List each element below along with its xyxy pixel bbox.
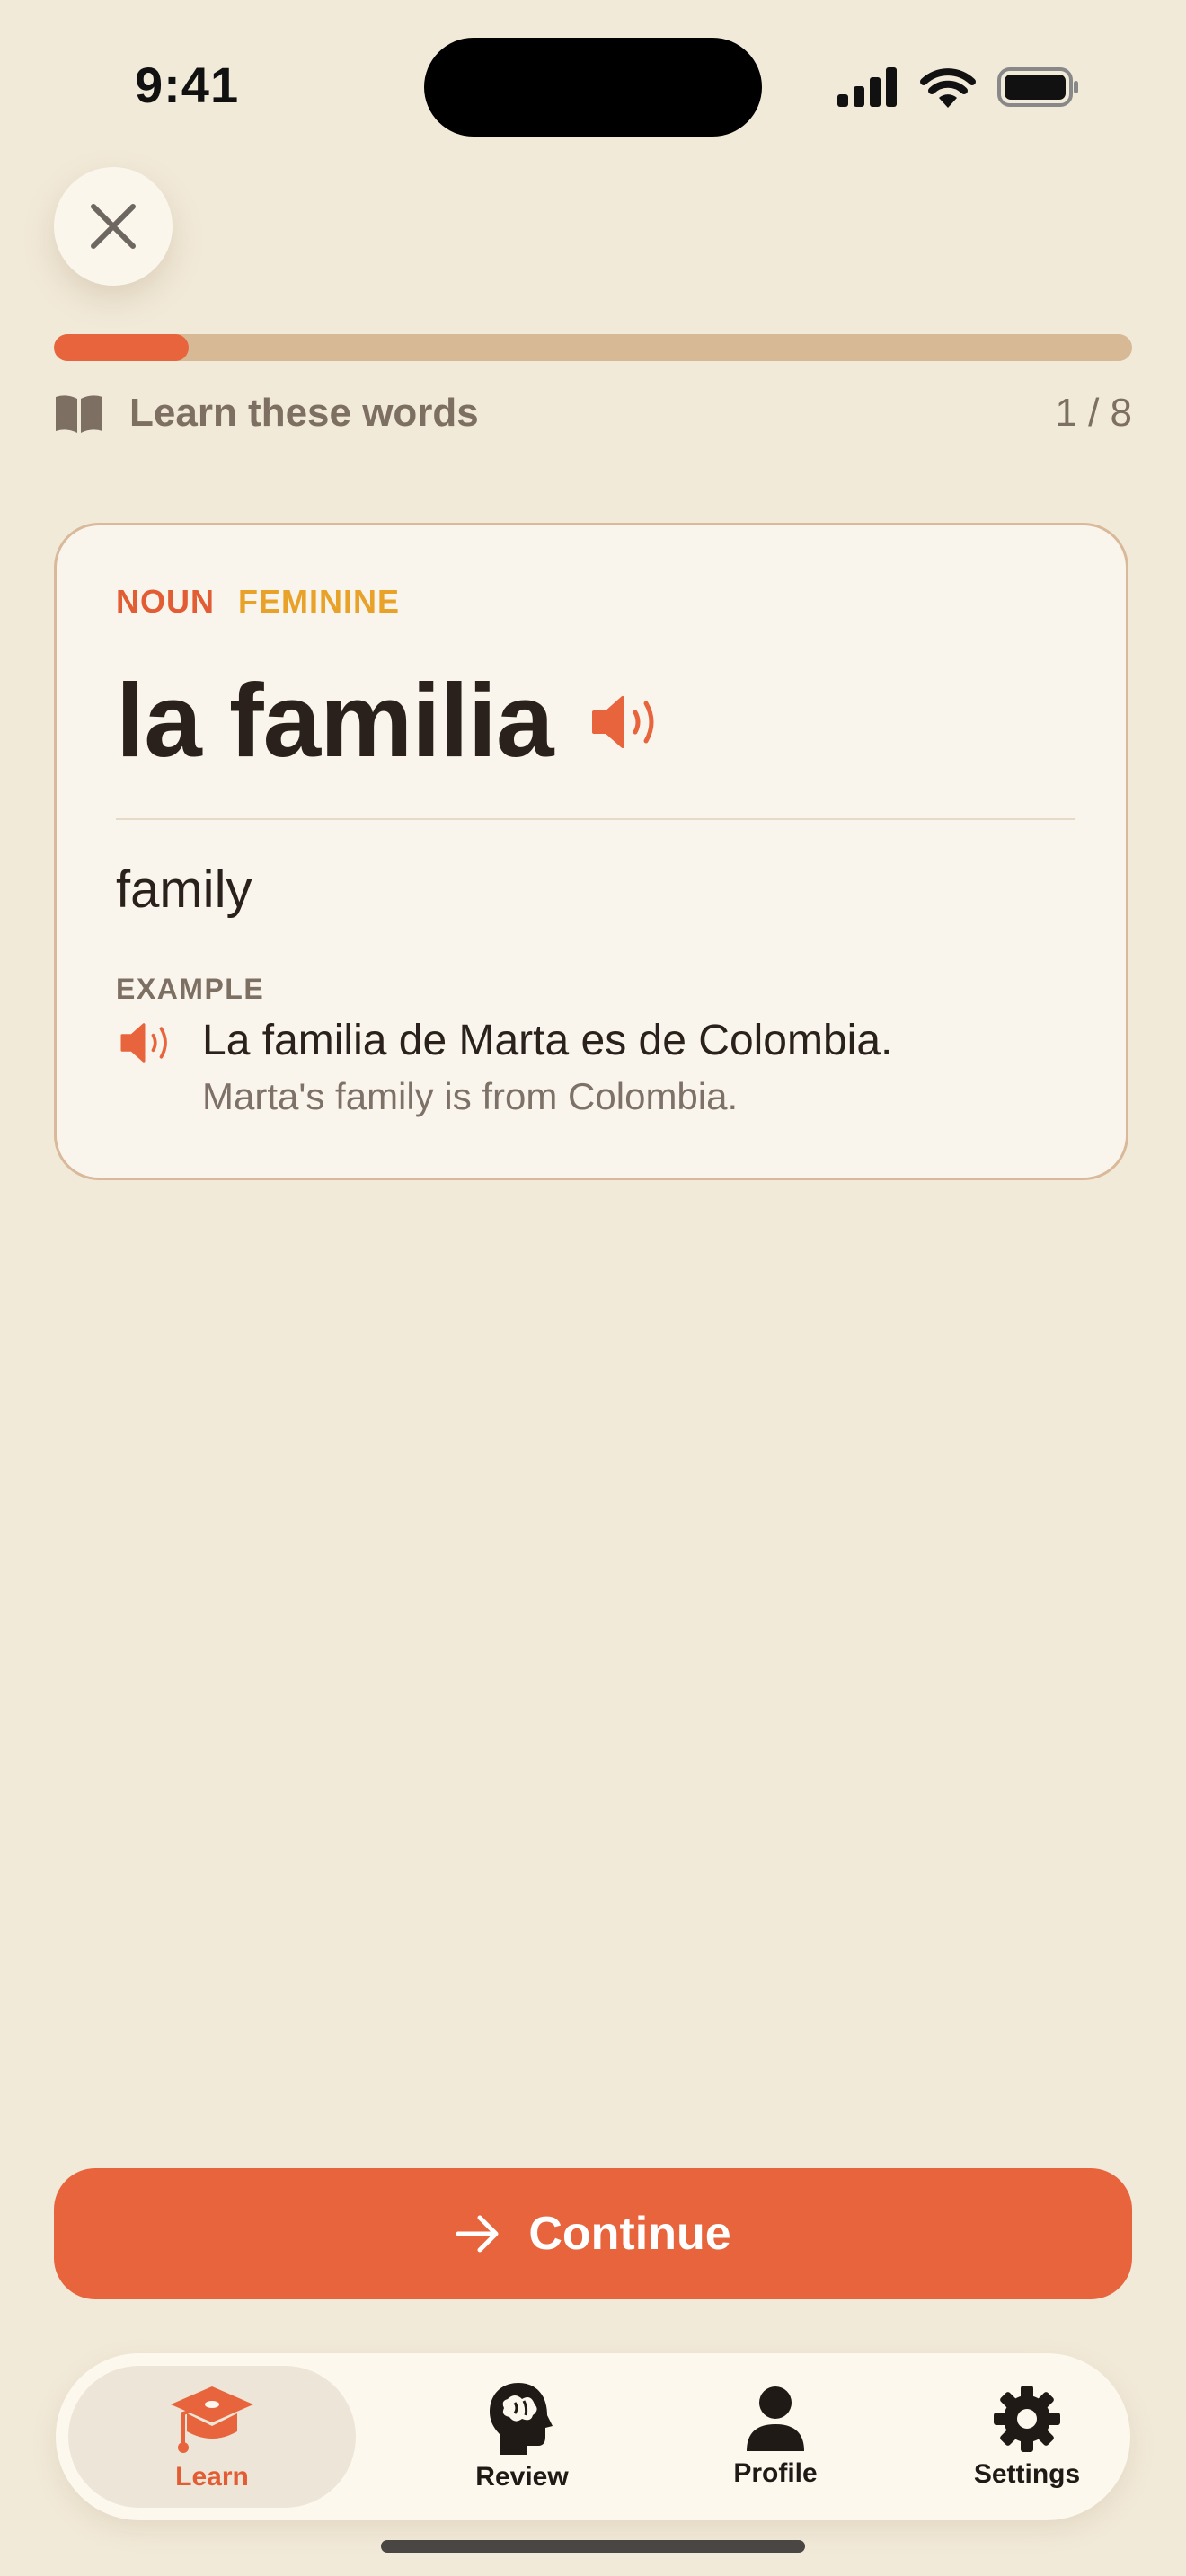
part-of-speech-tag: NOUN xyxy=(116,583,215,620)
word-card: NOUN FEMININE la familia family EXAMPLE … xyxy=(54,523,1128,1180)
status-time: 9:41 xyxy=(135,57,240,113)
home-indicator xyxy=(381,2540,805,2553)
word-row: la familia xyxy=(116,660,662,781)
tab-settings[interactable]: Settings xyxy=(906,2366,1148,2508)
cellular-signal-icon xyxy=(837,67,897,107)
arrow-right-icon xyxy=(456,2215,499,2253)
wifi-icon xyxy=(920,68,976,108)
lesson-header: Learn these words 1 / 8 xyxy=(54,386,1132,440)
play-example-audio-button[interactable] xyxy=(119,1021,173,1069)
dynamic-island xyxy=(424,38,762,137)
graduation-cap-icon xyxy=(171,2386,253,2453)
battery-icon xyxy=(997,67,1078,107)
word-tags: NOUN FEMININE xyxy=(116,583,400,621)
status-icons xyxy=(837,63,1080,111)
tab-label: Settings xyxy=(973,2459,1081,2489)
tab-bar: Learn Review Profile Settings xyxy=(56,2353,1130,2520)
close-icon xyxy=(91,204,136,249)
brain-head-icon xyxy=(490,2383,553,2455)
example-label: EXAMPLE xyxy=(116,973,265,1005)
tab-review[interactable]: Review xyxy=(401,2366,643,2508)
gear-icon xyxy=(994,2386,1060,2452)
gender-tag: FEMININE xyxy=(238,583,401,620)
lesson-progress-bar xyxy=(54,334,1132,361)
vocab-word: la familia xyxy=(116,662,553,779)
word-translation: family xyxy=(116,860,252,919)
tab-label: Learn xyxy=(175,2462,249,2492)
example-translation: Marta's family is from Colombia. xyxy=(202,1075,739,1117)
card-divider xyxy=(116,818,1075,820)
close-button[interactable] xyxy=(54,167,173,286)
lesson-counter: 1 / 8 xyxy=(1055,391,1132,435)
tab-label: Profile xyxy=(733,2458,818,2488)
tab-profile[interactable]: Profile xyxy=(654,2366,897,2508)
speaker-icon xyxy=(120,1023,167,1063)
tab-learn[interactable]: Learn xyxy=(68,2366,356,2508)
speaker-icon xyxy=(592,695,654,748)
lesson-progress-fill xyxy=(54,334,189,361)
book-icon xyxy=(56,395,102,433)
lesson-title: Learn these words xyxy=(129,391,479,435)
example-sentence: La familia de Marta es de Colombia. xyxy=(202,1017,893,1064)
tab-label: Review xyxy=(475,2462,569,2492)
play-word-audio-button[interactable] xyxy=(590,694,662,754)
person-icon xyxy=(747,2386,804,2451)
continue-button[interactable]: Continue xyxy=(54,2168,1132,2299)
continue-label: Continue xyxy=(528,2208,731,2260)
